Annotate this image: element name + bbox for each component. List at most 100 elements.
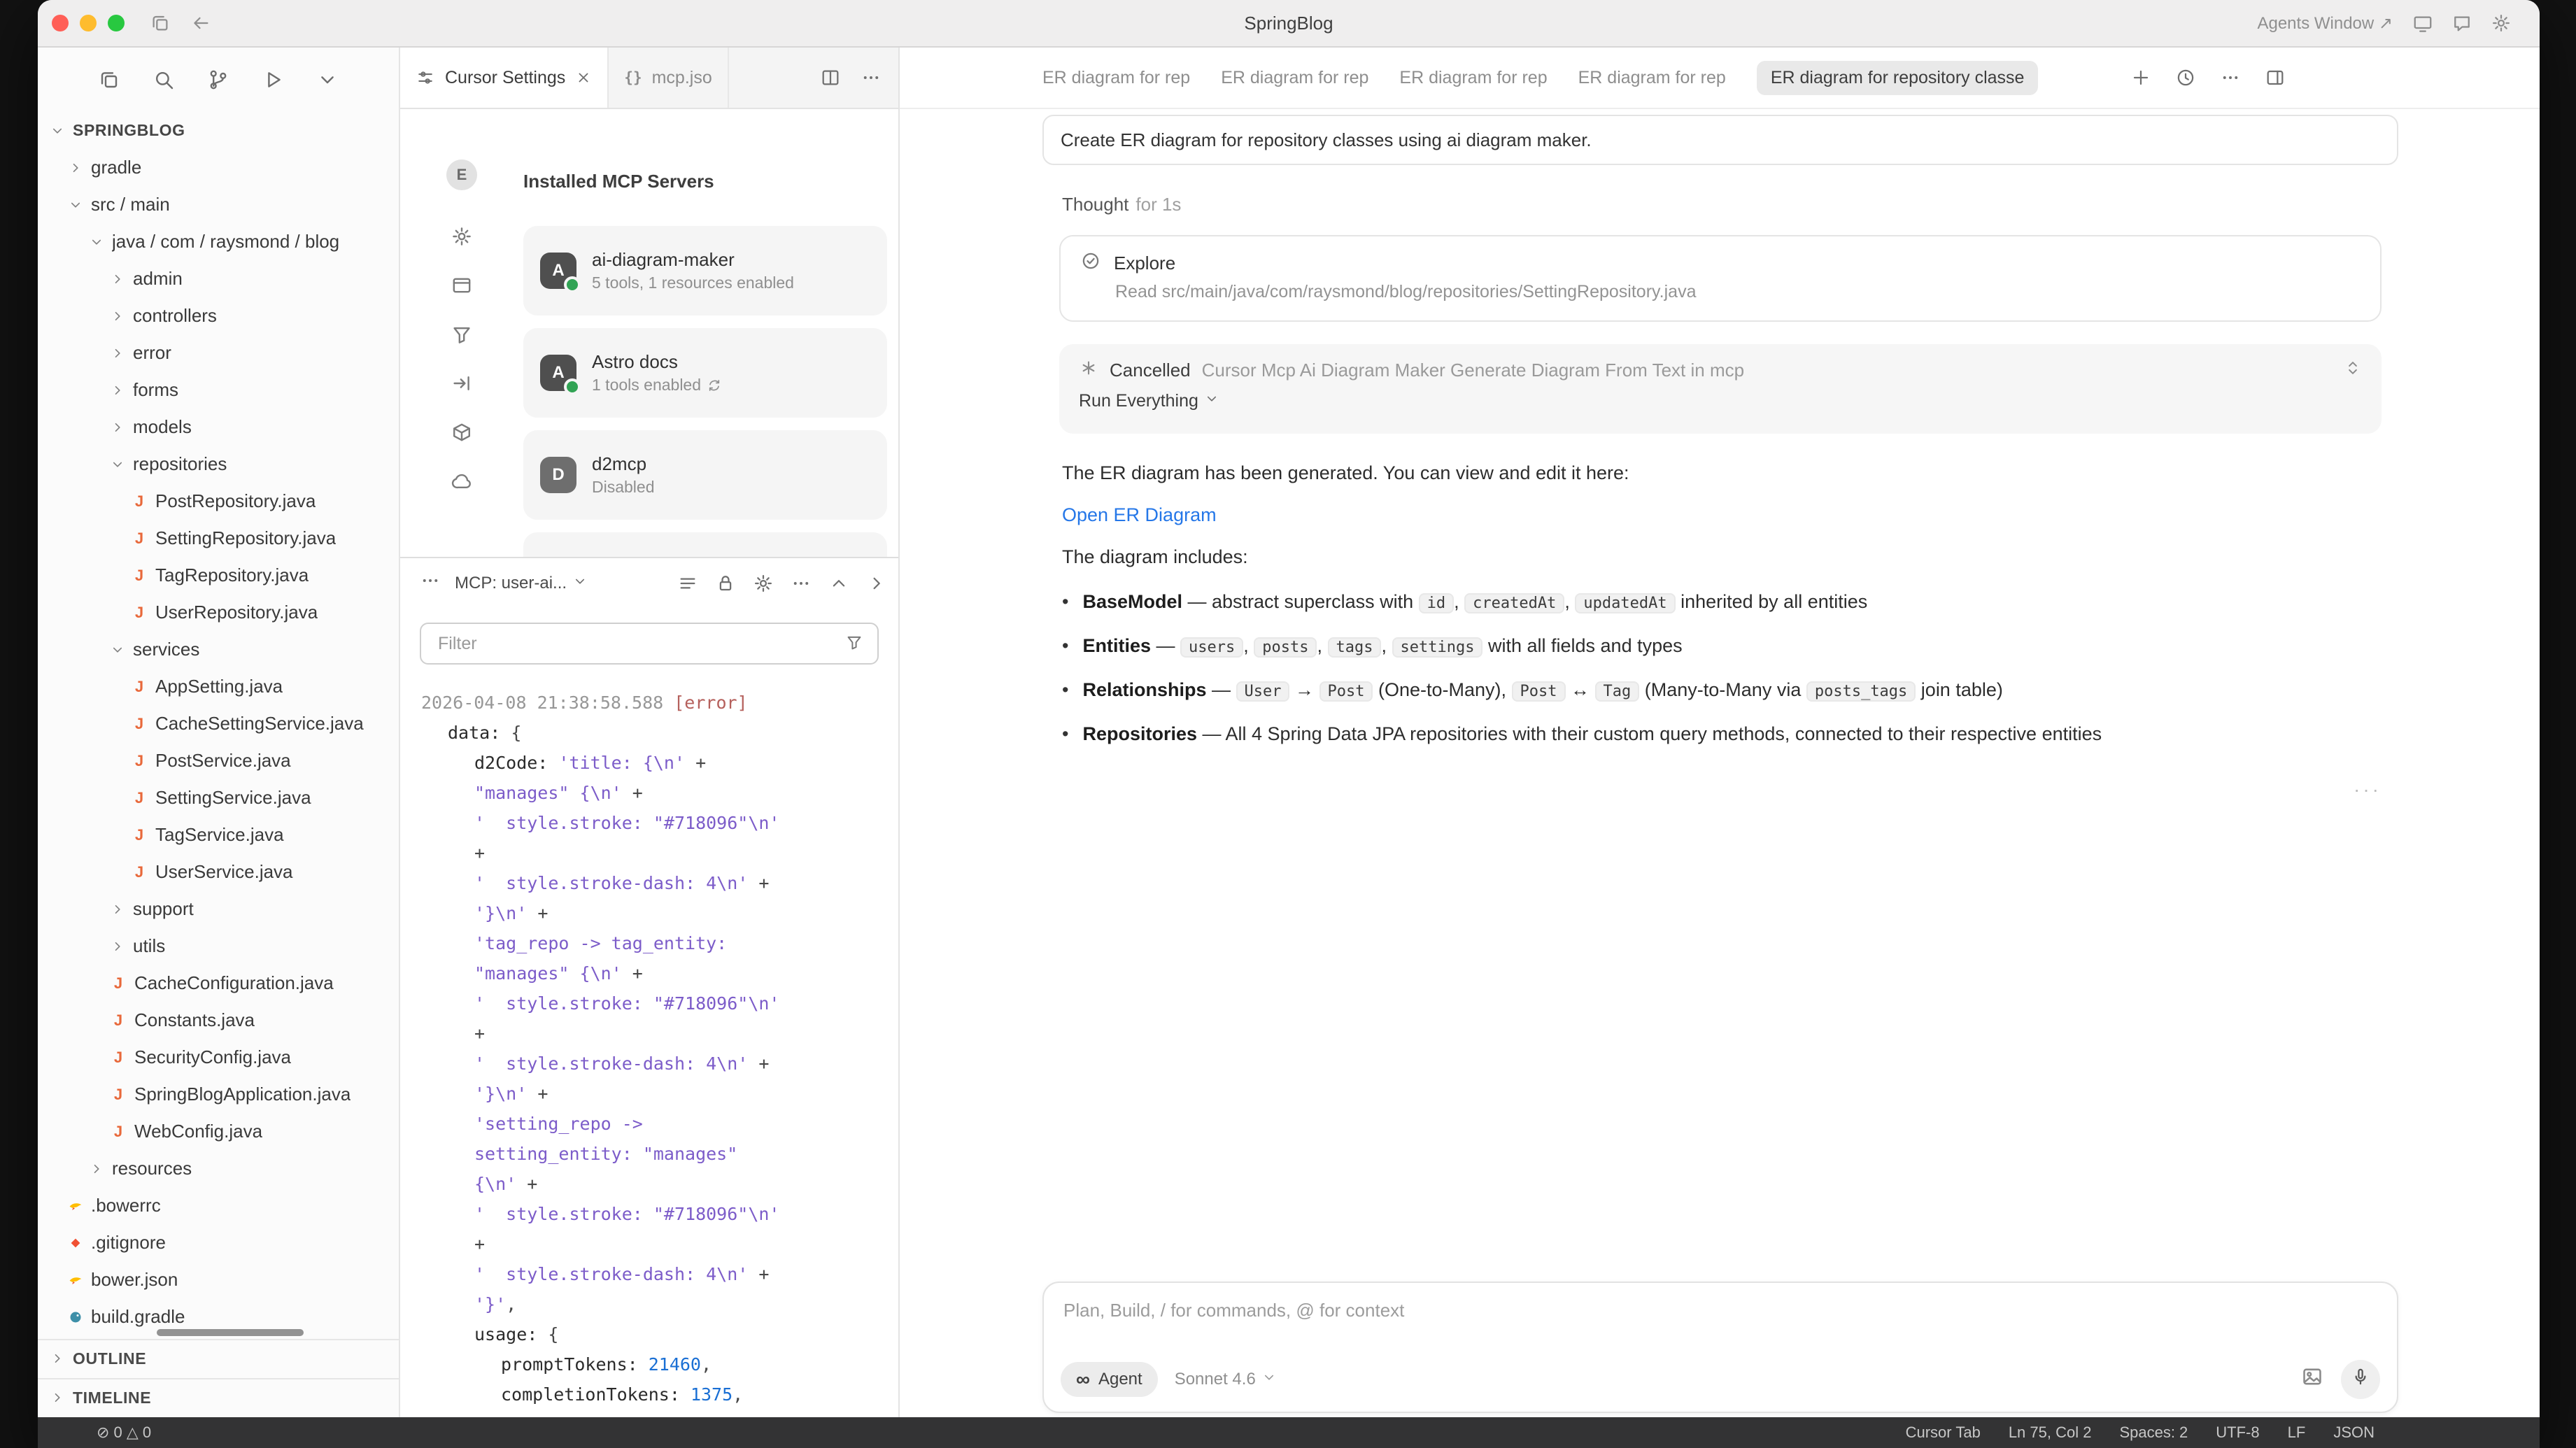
mcp-server-ai-diagram-maker[interactable]: Aai-diagram-maker5 tools, 1 resources en… [523, 226, 887, 315]
filter-icon[interactable] [451, 323, 473, 346]
cloud-icon[interactable] [451, 470, 473, 492]
ellipsis-icon[interactable] [420, 570, 441, 591]
status-ln-75-col-2[interactable]: Ln 75, Col 2 [2009, 1424, 2092, 1442]
ellipsis-icon[interactable] [791, 573, 812, 594]
ellipsis-icon[interactable] [2220, 67, 2241, 88]
tree-item-services[interactable]: services [38, 631, 399, 668]
tab-mcp-jso[interactable]: {}mcp.jso [609, 48, 728, 108]
tree-item-src-main[interactable]: src / main [38, 186, 399, 223]
cancelled-tool-card[interactable]: Cancelled Cursor Mcp Ai Diagram Maker Ge… [1059, 344, 2382, 434]
tree-item-settingservice-java[interactable]: JSettingService.java [38, 779, 399, 816]
tree-item-resources[interactable]: resources [38, 1150, 399, 1187]
tree-item-models[interactable]: models [38, 409, 399, 446]
tree-item-java-com-raysmond-blog[interactable]: java / com / raysmond / blog [38, 223, 399, 260]
tree-item-userservice-java[interactable]: JUserService.java [38, 853, 399, 890]
agents-window-link[interactable]: Agents Window ↗ [2257, 13, 2393, 34]
chat-tab-4[interactable]: ER diagram for rep [1578, 68, 1726, 88]
list-icon[interactable] [677, 573, 698, 594]
mcp-server-astro-docs[interactable]: AAstro docs1 tools enabled [523, 328, 887, 418]
tree-item-utils[interactable]: utils [38, 928, 399, 965]
gear-icon[interactable] [2491, 13, 2512, 34]
tree-item-bowerrc[interactable]: .bowerrc [38, 1187, 399, 1224]
tree-item-settingrepository-java[interactable]: JSettingRepository.java [38, 520, 399, 557]
run-icon[interactable] [262, 69, 284, 91]
tree-item-postservice-java[interactable]: JPostService.java [38, 742, 399, 779]
tree-item-userrepository-java[interactable]: JUserRepository.java [38, 594, 399, 631]
user-message[interactable]: Create ER diagram for repository classes… [1042, 115, 2398, 165]
chat-tab-5[interactable]: ER diagram for repository classe [1757, 61, 2039, 95]
chat-tab-3[interactable]: ER diagram for rep [1399, 68, 1547, 88]
gear-icon[interactable] [753, 573, 774, 594]
section-outline[interactable]: OUTLINE [38, 1340, 399, 1378]
arrow-bar-icon[interactable] [451, 372, 473, 395]
chat-input[interactable]: Plan, Build, / for commands, @ for conte… [1044, 1283, 2397, 1321]
status-spaces-2[interactable]: Spaces: 2 [2119, 1424, 2188, 1442]
copy-icon[interactable] [98, 69, 120, 91]
tree-item-gradle[interactable]: gradle [38, 149, 399, 186]
explore-card[interactable]: Explore Read src/main/java/com/raysmond/… [1059, 235, 2382, 322]
avatar[interactable]: E [446, 159, 477, 190]
tree-item-bower-json[interactable]: bower.json [38, 1261, 399, 1298]
zoom-window-button[interactable] [108, 15, 125, 31]
tree-item-forms[interactable]: forms [38, 371, 399, 409]
tree-item-controllers[interactable]: controllers [38, 297, 399, 334]
mcp-server-d2mcp[interactable]: Dd2mcpDisabled [523, 430, 887, 520]
problems-indicator[interactable]: ⊘ 0 △ 0 [97, 1424, 151, 1442]
minimize-window-button[interactable] [80, 15, 97, 31]
tree-item-admin[interactable]: admin [38, 260, 399, 297]
horizontal-scrollbar[interactable] [157, 1329, 304, 1336]
ellipsis-icon[interactable] [861, 67, 882, 88]
chat-bubble-icon[interactable] [2451, 13, 2472, 34]
split-icon[interactable] [820, 67, 841, 88]
arrow-left-icon[interactable] [190, 13, 211, 34]
monitor-icon[interactable] [2412, 13, 2433, 34]
tree-item-securityconfig-java[interactable]: JSecurityConfig.java [38, 1039, 399, 1076]
tree-item-constants-java[interactable]: JConstants.java [38, 1002, 399, 1039]
model-selector[interactable]: Sonnet 4.6 [1175, 1370, 1277, 1390]
project-root[interactable]: SPRINGBLOG [38, 112, 399, 149]
browser-icon[interactable] [451, 274, 473, 297]
image-icon[interactable] [2300, 1365, 2324, 1389]
thought-row[interactable]: Thought for 1s [1062, 190, 2398, 218]
run-everything-button[interactable]: Run Everything [1079, 391, 1219, 411]
close-window-button[interactable] [52, 15, 69, 31]
history-icon[interactable] [2175, 67, 2196, 88]
section-timeline[interactable]: TIMELINE [38, 1378, 399, 1417]
tree-item-error[interactable]: error [38, 334, 399, 371]
tree-item-cachesettingservice-java[interactable]: JCacheSettingService.java [38, 705, 399, 742]
sync-icon[interactable] [707, 378, 722, 393]
plus-icon[interactable] [2130, 67, 2151, 88]
close-icon[interactable] [575, 69, 592, 86]
chat-tab-1[interactable]: ER diagram for rep [1042, 68, 1190, 88]
chat-tab-2[interactable]: ER diagram for rep [1221, 68, 1368, 88]
chevrons-up-down-icon[interactable] [2344, 359, 2362, 377]
chevron-down-icon[interactable] [316, 69, 339, 91]
git-branch-icon[interactable] [207, 69, 229, 91]
status-json[interactable]: JSON [2333, 1424, 2375, 1442]
filter-input[interactable] [435, 632, 834, 655]
more-actions[interactable]: ··· [1042, 779, 2382, 801]
tree-item-support[interactable]: support [38, 890, 399, 928]
gear-icon[interactable] [451, 225, 473, 248]
status-utf-8[interactable]: UTF-8 [2216, 1424, 2259, 1442]
package-icon[interactable] [451, 421, 473, 443]
status-cursor-tab[interactable]: Cursor Tab [1906, 1424, 1981, 1442]
chevron-right-icon[interactable] [866, 573, 887, 594]
status-lf[interactable]: LF [2288, 1424, 2306, 1442]
search-icon[interactable] [153, 69, 175, 91]
output-channel-selector[interactable]: MCP: user-ai... [455, 574, 588, 594]
tree-item-gitignore[interactable]: .gitignore [38, 1224, 399, 1261]
tree-item-repositories[interactable]: repositories [38, 446, 399, 483]
tree-item-postrepository-java[interactable]: JPostRepository.java [38, 483, 399, 520]
agent-mode-button[interactable]: ∞ Agent [1061, 1362, 1158, 1397]
open-er-diagram-link[interactable]: Open ER Diagram [1062, 501, 2398, 529]
filter-icon[interactable] [845, 633, 863, 651]
chevron-up-icon[interactable] [828, 573, 849, 594]
tree-item-tagservice-java[interactable]: JTagService.java [38, 816, 399, 853]
mic-button[interactable] [2341, 1360, 2380, 1399]
tree-item-appsetting-java[interactable]: JAppSetting.java [38, 668, 399, 705]
tab-cursor-settings[interactable]: Cursor Settings [400, 48, 609, 108]
lock-icon[interactable] [715, 573, 736, 594]
tree-item-springblogapplication-java[interactable]: JSpringBlogApplication.java [38, 1076, 399, 1113]
tree-item-cacheconfiguration-java[interactable]: JCacheConfiguration.java [38, 965, 399, 1002]
